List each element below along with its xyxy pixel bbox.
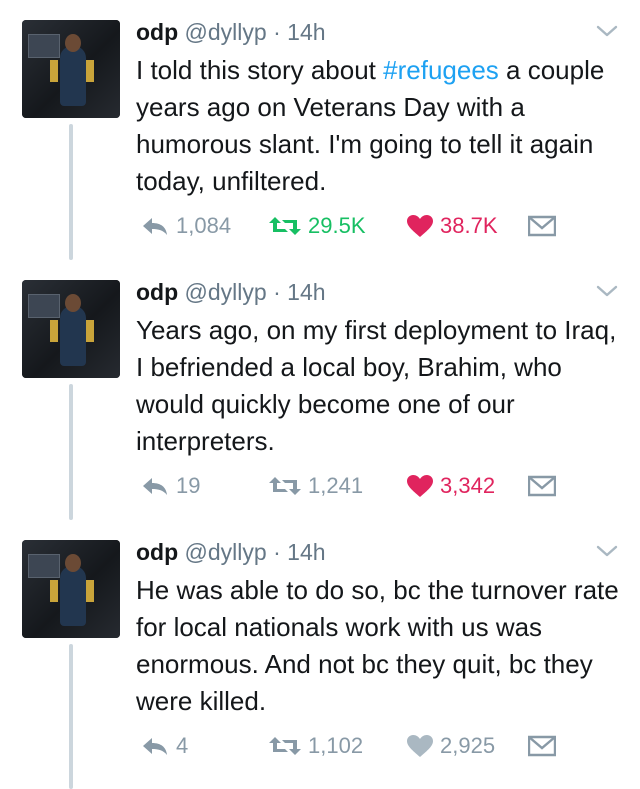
hashtag-link[interactable]: #refugees	[383, 55, 499, 85]
tweet-header: odp @dyllyp · 14h	[136, 278, 326, 306]
envelope-icon	[528, 215, 556, 237]
retweet-button[interactable]: 1,241	[268, 472, 363, 500]
heart-icon	[407, 215, 433, 237]
like-button[interactable]: 2,925	[406, 732, 495, 760]
retweet-icon	[269, 217, 301, 235]
direct-message-button[interactable]	[528, 212, 556, 240]
display-name[interactable]: odp	[136, 279, 178, 305]
like-count: 3,342	[440, 473, 496, 498]
tweet-text: Years ago, on my first deployment to Ira…	[136, 312, 626, 460]
reply-icon	[143, 218, 167, 235]
heart-icon	[407, 475, 433, 497]
like-button[interactable]: 38.7K	[406, 212, 498, 240]
heart-icon	[407, 735, 433, 757]
direct-message-button[interactable]	[528, 732, 556, 760]
reply-count: 19	[176, 473, 201, 498]
avatar[interactable]	[22, 540, 120, 638]
separator-dot: ·	[273, 19, 288, 45]
tweet-text-part: He was able to do so, bc the turnover ra…	[136, 575, 619, 716]
tweet-text: He was able to do so, bc the turnover ra…	[136, 572, 626, 720]
tweet-text-part: Years ago, on my first deployment to Ira…	[136, 315, 617, 456]
reply-count: 1,084	[176, 213, 232, 238]
separator-dot: ·	[273, 539, 288, 565]
tweet-text: I told this story about #refugees a coup…	[136, 52, 626, 200]
like-count: 2,925	[440, 733, 496, 758]
retweet-button[interactable]: 29.5K	[268, 212, 366, 240]
reply-button[interactable]: 1,084	[140, 212, 231, 240]
envelope-icon	[528, 475, 556, 497]
timestamp[interactable]: 14h	[287, 279, 325, 305]
thread-line	[69, 644, 73, 789]
envelope-icon	[528, 735, 556, 757]
timestamp[interactable]: 14h	[287, 19, 325, 45]
tweet-actions: 4 1,102 2,925	[136, 732, 616, 760]
user-handle[interactable]: @dyllyp	[185, 539, 274, 565]
tweet-text-part: I told this story about	[136, 55, 384, 85]
retweet-count: 1,102	[308, 733, 364, 758]
thread-line	[69, 384, 73, 520]
tweet[interactable]: odp @dyllyp · 14h Years ago, on my first…	[0, 260, 640, 520]
display-name[interactable]: odp	[136, 539, 178, 565]
user-handle[interactable]: @dyllyp	[185, 279, 274, 305]
reply-button[interactable]: 4	[140, 732, 188, 760]
thread-line	[69, 124, 73, 260]
tweet-header: odp @dyllyp · 14h	[136, 18, 326, 46]
timestamp[interactable]: 14h	[287, 539, 325, 565]
chevron-down-icon[interactable]	[596, 544, 618, 558]
chevron-down-icon[interactable]	[596, 284, 618, 298]
display-name[interactable]: odp	[136, 19, 178, 45]
retweet-button[interactable]: 1,102	[268, 732, 363, 760]
separator-dot: ·	[273, 279, 288, 305]
retweet-count: 1,241	[308, 473, 364, 498]
direct-message-button[interactable]	[528, 472, 556, 500]
avatar[interactable]	[22, 20, 120, 118]
tweet[interactable]: odp @dyllyp · 14h I told this story abou…	[0, 0, 640, 260]
chevron-down-icon[interactable]	[596, 24, 618, 38]
retweet-icon	[269, 737, 301, 755]
avatar[interactable]	[22, 280, 120, 378]
reply-button[interactable]: 19	[140, 472, 200, 500]
tweet[interactable]: odp @dyllyp · 14h He was able to do so, …	[0, 520, 640, 789]
reply-icon	[143, 738, 167, 755]
tweet-actions: 19 1,241 3,342	[136, 472, 616, 500]
reply-icon	[143, 478, 167, 495]
user-handle[interactable]: @dyllyp	[185, 19, 274, 45]
retweet-icon	[269, 477, 301, 495]
tweet-header: odp @dyllyp · 14h	[136, 538, 326, 566]
retweet-count: 29.5K	[308, 213, 366, 238]
like-count: 38.7K	[440, 213, 498, 238]
like-button[interactable]: 3,342	[406, 472, 495, 500]
reply-count: 4	[176, 733, 189, 758]
tweet-actions: 1,084 29.5K 38.7K	[136, 212, 616, 240]
